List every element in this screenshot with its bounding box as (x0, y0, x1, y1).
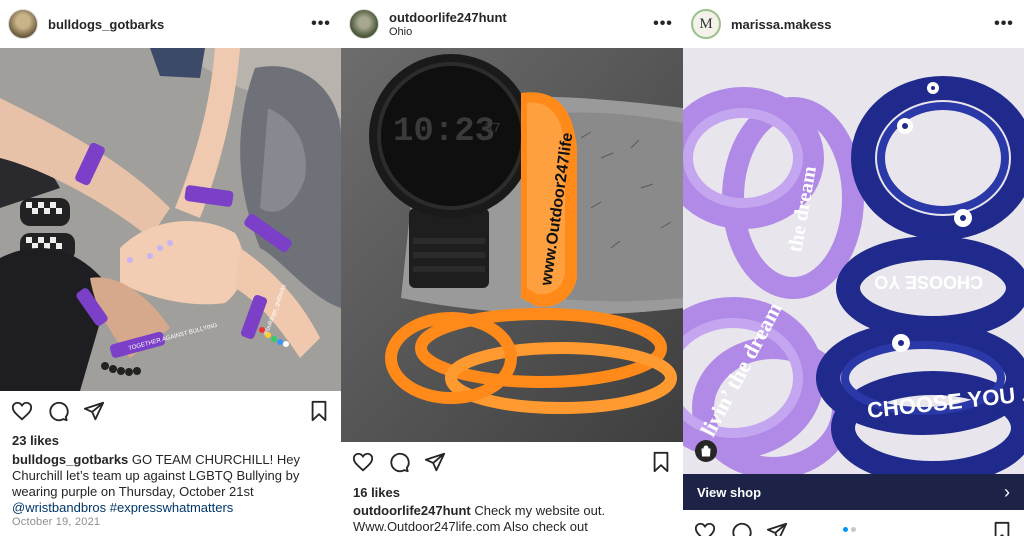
post-header: M marissa.makess ••• (683, 0, 1024, 48)
caption-tags[interactable]: @wristbandbros #expresswhatmatters (12, 500, 233, 515)
post-photo[interactable]: 10:23 37 www.Outdoor247life (341, 48, 683, 442)
bookmark-icon[interactable] (649, 450, 673, 474)
post-photo[interactable]: livin’ the dream the dream CHOOSE YO CHO… (683, 48, 1024, 474)
view-shop-button[interactable]: View shop › (683, 474, 1024, 510)
photo-hands-purple-bands: TOGETHER AGAINST BULLYING @bulldogs_gotb… (0, 48, 341, 391)
action-bar (683, 512, 1024, 536)
action-bar (341, 442, 683, 482)
avatar[interactable] (349, 9, 379, 39)
likes-count[interactable]: 16 likes (353, 485, 400, 500)
post-date[interactable]: October 19, 2021 (12, 516, 100, 528)
avatar-letter: M (699, 15, 713, 32)
carousel-dot[interactable] (851, 527, 856, 532)
comment-icon[interactable] (46, 399, 70, 423)
heart-icon[interactable] (693, 520, 717, 536)
post-card-bulldogs: bulldogs_gotbarks ••• TOGETHER AGAINST B… (0, 0, 341, 536)
caption: outdoorlife247hunt Check my website out.… (353, 503, 671, 535)
wristband-text: CHOOSE YO (874, 272, 983, 292)
share-icon[interactable] (423, 450, 447, 474)
watch-seconds: 37 (484, 121, 501, 137)
more-options-icon[interactable]: ••• (651, 12, 675, 36)
comment-icon[interactable] (387, 450, 411, 474)
photo-watch-orange-band: 10:23 37 www.Outdoor247life (341, 48, 683, 442)
likes-count[interactable]: 23 likes (12, 433, 59, 448)
post-card-outdoorlife: outdoorlife247hunt Ohio ••• 10:23 37 www… (341, 0, 683, 536)
heart-icon[interactable] (351, 450, 375, 474)
comment-icon[interactable] (729, 520, 753, 536)
watch-time: 10:23 (393, 113, 495, 151)
caption: bulldogs_gotbarks GO TEAM CHURCHILL! Hey… (12, 452, 329, 516)
bookmark-icon[interactable] (990, 520, 1014, 536)
more-options-icon[interactable]: ••• (309, 12, 333, 36)
shopping-bag-icon[interactable] (695, 440, 717, 462)
more-options-icon[interactable]: ••• (992, 12, 1016, 36)
post-photo[interactable]: TOGETHER AGAINST BULLYING @bulldogs_gotb… (0, 48, 341, 391)
caption-username[interactable]: bulldogs_gotbarks (12, 452, 128, 467)
action-bar (0, 391, 341, 431)
avatar[interactable] (8, 9, 38, 39)
post-header: outdoorlife247hunt Ohio ••• (341, 0, 683, 48)
share-icon[interactable] (765, 520, 789, 536)
photo-lavender-navy-bands: livin’ the dream the dream CHOOSE YO CHO… (683, 48, 1024, 474)
post-card-marissa: M marissa.makess ••• livin’ the dream th… (683, 0, 1024, 536)
chevron-right-icon: › (1004, 481, 1010, 502)
username[interactable]: outdoorlife247hunt (389, 10, 651, 25)
username[interactable]: marissa.makess (731, 17, 992, 32)
carousel-indicator (843, 527, 856, 532)
heart-icon[interactable] (10, 399, 34, 423)
carousel-dot-active[interactable] (843, 527, 848, 532)
avatar[interactable]: M (691, 9, 721, 39)
location[interactable]: Ohio (389, 26, 651, 38)
user-block: outdoorlife247hunt Ohio (389, 10, 651, 38)
username[interactable]: bulldogs_gotbarks (48, 17, 309, 32)
bookmark-icon[interactable] (307, 399, 331, 423)
user-block: bulldogs_gotbarks (48, 17, 309, 32)
post-header: bulldogs_gotbarks ••• (0, 0, 341, 48)
user-block: marissa.makess (731, 17, 992, 32)
view-shop-label: View shop (697, 484, 762, 500)
caption-username[interactable]: outdoorlife247hunt (353, 503, 471, 518)
share-icon[interactable] (82, 399, 106, 423)
